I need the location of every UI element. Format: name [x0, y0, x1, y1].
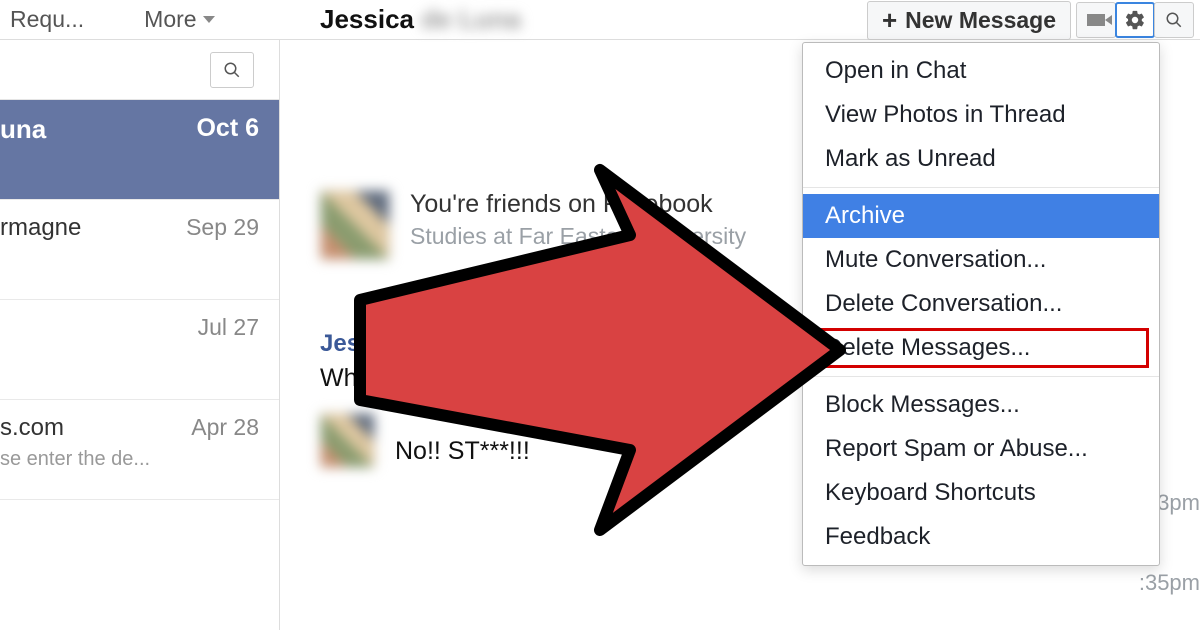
- friendship-subline: Studies at Far Eastern University: [410, 223, 746, 250]
- menu-report-spam[interactable]: Report Spam or Abuse...: [803, 427, 1159, 471]
- conversation-name: rmagne: [0, 214, 81, 242]
- tab-more-label: More: [144, 6, 196, 33]
- video-icon: [1087, 14, 1105, 26]
- conversation-name: s.com: [0, 414, 150, 442]
- conversation-date: Jul 27: [198, 314, 259, 341]
- conversation-item[interactable]: rmagne Sep 29: [0, 200, 279, 300]
- menu-keyboard-shortcuts[interactable]: Keyboard Shortcuts: [803, 471, 1159, 515]
- actions-dropdown: Open in Chat View Photos in Thread Mark …: [802, 42, 1160, 566]
- message-text: No!! ST***!!!: [395, 413, 530, 466]
- conversation-left: s.com se enter the de...: [0, 414, 150, 471]
- avatar: [320, 190, 390, 260]
- menu-feedback[interactable]: Feedback: [803, 515, 1159, 559]
- menu-separator: [803, 376, 1159, 377]
- menu-mark-unread[interactable]: Mark as Unread: [803, 137, 1159, 181]
- search-icon: [223, 61, 241, 79]
- sidebar-search-input[interactable]: [210, 52, 254, 88]
- conversation-name: una: [0, 114, 46, 145]
- sidebar: una Oct 6 rmagne Sep 29 Jul 27 s.com se …: [0, 40, 280, 630]
- plus-icon: +: [882, 7, 897, 33]
- new-message-label: New Message: [905, 7, 1056, 34]
- search-button[interactable]: [1154, 2, 1194, 38]
- menu-view-photos[interactable]: View Photos in Thread: [803, 93, 1159, 137]
- top-left-tabs: Requ... More: [0, 6, 280, 33]
- new-message-button[interactable]: + New Message: [867, 1, 1071, 40]
- menu-delete-conversation[interactable]: Delete Conversation...: [803, 282, 1159, 326]
- menu-archive[interactable]: Archive: [803, 194, 1159, 238]
- conversation-date: Sep 29: [186, 214, 259, 241]
- sidebar-search-row: [0, 40, 279, 100]
- conversation-item[interactable]: s.com se enter the de... Apr 28: [0, 400, 279, 500]
- tab-requests[interactable]: Requ...: [10, 6, 84, 33]
- menu-separator: [803, 187, 1159, 188]
- tab-more[interactable]: More: [144, 6, 214, 33]
- friendship-text: You're friends on Facebook Studies at Fa…: [410, 190, 746, 260]
- conversation-item[interactable]: Jul 27: [0, 300, 279, 400]
- conversation-date: Oct 6: [196, 114, 259, 143]
- message-body: No!! ST***!!!: [395, 437, 530, 466]
- gear-icon: [1124, 9, 1146, 31]
- thread-name: Jessica: [320, 4, 414, 34]
- video-call-button[interactable]: [1076, 2, 1116, 38]
- settings-gear-button[interactable]: [1115, 2, 1155, 38]
- conversation-item[interactable]: una Oct 6: [0, 100, 279, 200]
- top-right-actions: + New Message: [867, 0, 1194, 40]
- menu-delete-messages[interactable]: Delete Messages...: [803, 326, 1159, 370]
- search-icon: [1165, 11, 1183, 29]
- menu-block-messages[interactable]: Block Messages...: [803, 383, 1159, 427]
- thread-name-hidden: de Luna: [421, 4, 521, 34]
- friendship-line: You're friends on Facebook: [410, 190, 746, 219]
- conversation-preview: se enter the de...: [0, 448, 150, 471]
- caret-down-icon: [203, 16, 215, 23]
- top-bar: Requ... More Jessica de Luna + New Messa…: [0, 0, 1200, 40]
- menu-mute-conversation[interactable]: Mute Conversation...: [803, 238, 1159, 282]
- timestamp: :35pm: [1139, 570, 1200, 596]
- thread-title: Jessica de Luna: [320, 4, 521, 35]
- conversation-date: Apr 28: [191, 414, 259, 441]
- avatar: [320, 413, 375, 468]
- menu-open-in-chat[interactable]: Open in Chat: [803, 49, 1159, 93]
